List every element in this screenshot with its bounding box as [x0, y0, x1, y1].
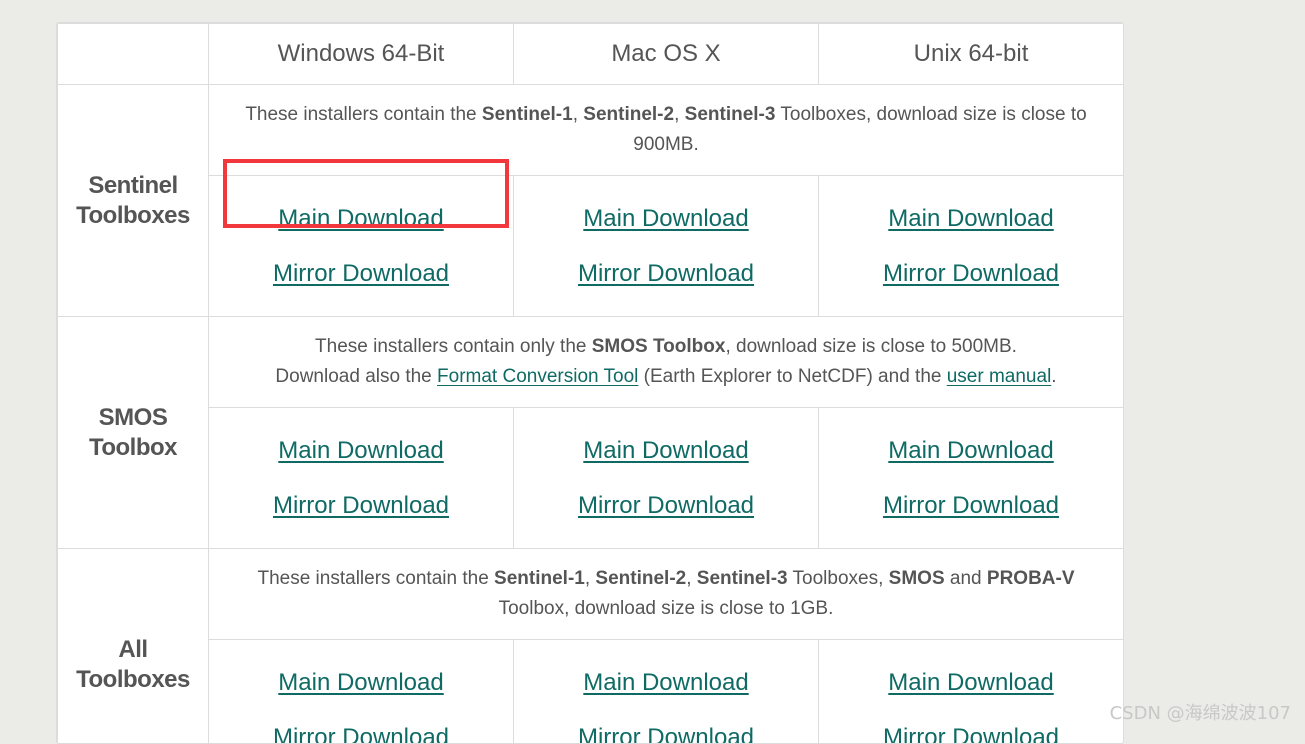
desc-text: ,: [686, 568, 697, 589]
category-all-toolboxes: All Toolboxes: [58, 549, 209, 744]
format-conversion-tool-link[interactable]: Format Conversion Tool: [437, 366, 638, 387]
desc-text: .: [1051, 366, 1056, 387]
header-mac: Mac OS X: [514, 24, 819, 85]
watermark: CSDN @海绵波波107: [1110, 699, 1291, 725]
smos-mac-cell: Main Download Mirror Download: [514, 408, 819, 549]
desc-bold: SMOS: [889, 568, 945, 589]
sentinel-unix-main-download[interactable]: Main Download: [819, 204, 1123, 234]
header-windows: Windows 64-Bit: [209, 24, 514, 85]
desc-bold: Sentinel-1: [482, 104, 573, 125]
desc-text: and: [945, 568, 987, 589]
desc-bold: SMOS Toolbox: [592, 336, 726, 357]
downloads-panel: Windows 64-Bit Mac OS X Unix 64-bit Sent…: [56, 22, 1124, 744]
desc-text: These installers contain only the: [315, 336, 592, 357]
all-download-row: Main Download Mirror Download Main Downl…: [58, 640, 1124, 744]
sentinel-windows-cell: Main Download Mirror Download: [209, 176, 514, 317]
all-mac-main-download[interactable]: Main Download: [514, 668, 818, 698]
desc-text: Toolboxes,: [788, 568, 889, 589]
smos-windows-main-download[interactable]: Main Download: [209, 436, 513, 466]
desc-text: ,: [674, 104, 685, 125]
desc-bold: Sentinel-1: [494, 568, 585, 589]
desc-text: ,: [573, 104, 584, 125]
all-desc-row: All Toolboxes These installers contain t…: [58, 549, 1124, 640]
desc-text: These installers contain the: [245, 104, 482, 125]
sentinel-windows-main-download[interactable]: Main Download: [209, 204, 513, 234]
desc-text: Download also the: [275, 366, 437, 387]
smos-download-row: Main Download Mirror Download Main Downl…: [58, 408, 1124, 549]
header-unix: Unix 64-bit: [819, 24, 1124, 85]
desc-text: , download size is close to 500MB.: [725, 336, 1017, 357]
sentinel-download-row: Main Download Mirror Download Main Downl…: [58, 176, 1124, 317]
smos-mac-main-download[interactable]: Main Download: [514, 436, 818, 466]
category-label: SMOS: [99, 404, 168, 431]
sentinel-mac-cell: Main Download Mirror Download: [514, 176, 819, 317]
sentinel-unix-mirror-download[interactable]: Mirror Download: [819, 259, 1123, 289]
sentinel-unix-cell: Main Download Mirror Download: [819, 176, 1124, 317]
desc-bold: PROBA-V: [987, 568, 1075, 589]
smos-unix-cell: Main Download Mirror Download: [819, 408, 1124, 549]
downloads-table: Windows 64-Bit Mac OS X Unix 64-bit Sent…: [57, 23, 1124, 744]
all-windows-main-download[interactable]: Main Download: [209, 668, 513, 698]
smos-windows-mirror-download[interactable]: Mirror Download: [209, 491, 513, 521]
all-unix-cell: Main Download Mirror Download: [819, 640, 1124, 744]
desc-bold: Sentinel-3: [697, 568, 788, 589]
category-label: Sentinel: [88, 172, 177, 199]
category-smos-toolbox: SMOS Toolbox: [58, 317, 209, 549]
desc-text: ,: [585, 568, 596, 589]
sentinel-desc-row: Sentinel Toolboxes These installers cont…: [58, 85, 1124, 176]
sentinel-mac-main-download[interactable]: Main Download: [514, 204, 818, 234]
all-mac-cell: Main Download Mirror Download: [514, 640, 819, 744]
all-mac-mirror-download[interactable]: Mirror Download: [514, 723, 818, 744]
all-unix-main-download[interactable]: Main Download: [819, 668, 1123, 698]
category-label: Toolbox: [89, 434, 177, 461]
all-windows-cell: Main Download Mirror Download: [209, 640, 514, 744]
all-unix-mirror-download[interactable]: Mirror Download: [819, 723, 1123, 744]
header-row: Windows 64-Bit Mac OS X Unix 64-bit: [58, 24, 1124, 85]
all-windows-mirror-download[interactable]: Mirror Download: [209, 723, 513, 744]
smos-windows-cell: Main Download Mirror Download: [209, 408, 514, 549]
category-sentinel-toolboxes: Sentinel Toolboxes: [58, 85, 209, 317]
smos-unix-mirror-download[interactable]: Mirror Download: [819, 491, 1123, 521]
all-description: These installers contain the Sentinel-1,…: [209, 549, 1124, 640]
category-label: All: [118, 636, 147, 663]
smos-desc-row: SMOS Toolbox These installers contain on…: [58, 317, 1124, 408]
category-label: Toolboxes: [76, 666, 190, 693]
desc-bold: Sentinel-2: [595, 568, 686, 589]
desc-bold: Sentinel-3: [685, 104, 776, 125]
user-manual-link[interactable]: user manual: [947, 366, 1052, 387]
desc-text: These installers contain the: [257, 568, 494, 589]
desc-bold: Sentinel-2: [583, 104, 674, 125]
smos-unix-main-download[interactable]: Main Download: [819, 436, 1123, 466]
sentinel-description: These installers contain the Sentinel-1,…: [209, 85, 1124, 176]
header-empty-cell: [58, 24, 209, 85]
sentinel-mac-mirror-download[interactable]: Mirror Download: [514, 259, 818, 289]
desc-text: Toolbox, download size is close to 1GB.: [499, 598, 834, 619]
desc-text: (Earth Explorer to NetCDF) and the: [638, 366, 946, 387]
smos-mac-mirror-download[interactable]: Mirror Download: [514, 491, 818, 521]
sentinel-windows-mirror-download[interactable]: Mirror Download: [209, 259, 513, 289]
smos-description: These installers contain only the SMOS T…: [209, 317, 1124, 408]
category-label: Toolboxes: [76, 202, 190, 229]
